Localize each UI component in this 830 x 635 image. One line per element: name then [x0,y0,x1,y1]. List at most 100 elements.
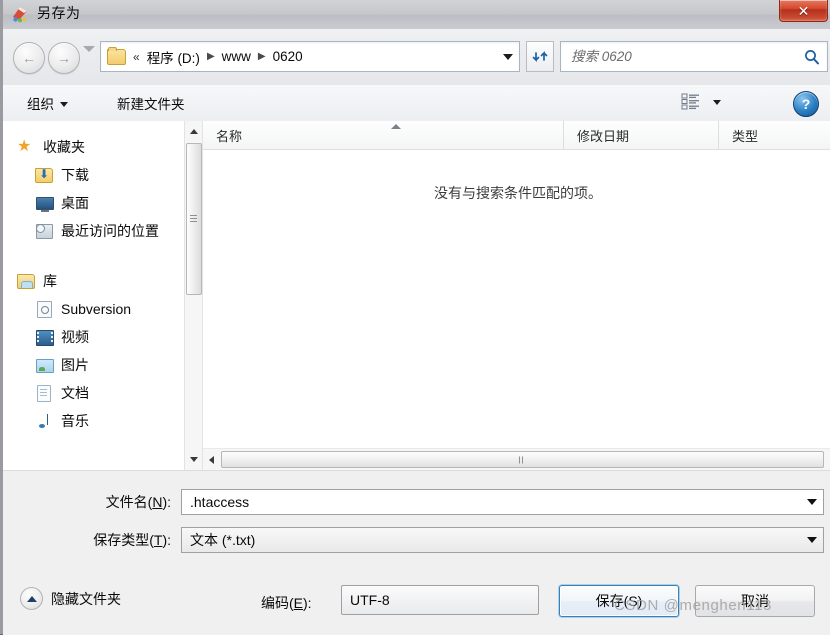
sidebar-item-documents[interactable]: 文档 [3,379,202,407]
documents-icon [35,384,53,402]
column-header-type[interactable]: 类型 [718,121,830,149]
recent-locations-button[interactable] [83,46,95,66]
filename-label-prefix: 文件名( [105,494,153,510]
encoding-combobox[interactable]: UTF-8 [341,585,539,615]
downloads-folder-icon [35,166,53,184]
video-icon [35,328,54,346]
column-label: 修改日期 [577,128,630,144]
title-bar: 另存为 ✕ [3,0,830,29]
breadcrumb-item-drive[interactable]: 程序 (D:) [145,47,202,67]
search-input[interactable] [571,49,803,64]
chevron-down-icon [807,499,817,505]
sidebar-label: Subversion [61,301,132,317]
sidebar-label: 文档 [61,385,89,401]
breadcrumb-item-www[interactable]: www [220,49,253,64]
search-icon [805,49,819,64]
sidebar-item-downloads[interactable]: 下载 [3,161,202,189]
filetype-label: 保存类型(T): [3,530,181,550]
navigation-pane: ★ 收藏夹 下载 桌面 最近访问的位置 [3,121,203,470]
chevron-down-icon[interactable] [713,99,721,105]
column-header-date-modified[interactable]: 修改日期 [563,121,718,149]
sidebar-item-recent-places[interactable]: 最近访问的位置 [3,217,202,245]
encoding-label-prefix: 编码( [261,595,294,611]
scroll-up-button[interactable] [185,123,202,140]
sidebar-label: 库 [43,273,57,289]
breadcrumb-separator-icon[interactable]: ▶ [202,51,220,62]
breadcrumb-separator-icon[interactable]: ▶ [253,51,271,62]
column-label: 名称 [216,128,243,144]
scroll-grip-icon [518,456,527,477]
sidebar-label: 桌面 [61,195,89,211]
sidebar-item-favorites[interactable]: ★ 收藏夹 [3,133,202,161]
scroll-down-button[interactable] [185,451,202,468]
back-arrow-icon: ← [22,49,36,66]
filetype-combobox[interactable]: 文本 (*.txt) [181,527,824,553]
forward-button[interactable]: → [48,42,80,74]
encoding-label-key: E [293,595,304,611]
filetype-dropdown-button[interactable] [801,528,823,552]
filetype-label-prefix: 保存类型( [93,532,154,548]
list-view-icon[interactable] [681,92,701,110]
content-area: ★ 收藏夹 下载 桌面 最近访问的位置 [3,121,830,477]
filename-label-suffix: ): [162,494,171,510]
chevron-down-icon [503,53,513,60]
help-icon: ? [801,96,811,112]
breadcrumb-overflow[interactable]: « [131,50,145,64]
navigation-bar: ← → « 程序 (D:) ▶ www ▶ 0620 [3,29,830,86]
encoding-label: 编码(E): [261,593,312,613]
star-icon: ★ [17,138,32,155]
hide-folders-button[interactable]: 隐藏文件夹 [20,587,121,610]
filetype-row: 保存类型(T): 文本 (*.txt) [3,527,824,553]
scroll-down-icon [189,457,198,462]
filename-combobox[interactable] [181,489,824,515]
sort-ascending-icon [391,124,401,129]
organize-label: 组织 [27,97,54,112]
organize-button[interactable]: 组织 [21,92,74,114]
column-header-row: 名称 修改日期 类型 [203,121,830,150]
filetype-label-suffix: ): [162,532,171,548]
form-area: 文件名(N): 保存类型(T): 文本 (*.txt) [3,470,830,635]
toolbar: 组织 新建文件夹 ? [3,85,830,122]
nav-group-favorites: ★ 收藏夹 下载 桌面 最近访问的位置 [3,133,202,245]
view-options[interactable] [681,92,721,110]
back-button[interactable]: ← [13,42,45,74]
new-folder-button[interactable]: 新建文件夹 [111,92,191,114]
address-dropdown-button[interactable] [497,42,519,71]
encoding-value: UTF-8 [350,592,390,608]
subversion-icon [35,300,53,318]
filename-dropdown-button[interactable] [801,490,823,514]
filename-input[interactable] [182,491,801,513]
sidebar-label: 音乐 [61,413,89,429]
recent-places-icon [35,222,53,240]
save-button[interactable]: 保存(S) [559,585,679,617]
sidebar-item-videos[interactable]: 视频 [3,323,202,351]
breadcrumb-item-0620[interactable]: 0620 [271,49,305,64]
folder-icon [107,47,126,65]
help-button[interactable]: ? [793,91,819,117]
sidebar-item-subversion[interactable]: Subversion [3,295,202,323]
scroll-left-button[interactable] [203,449,220,470]
sidebar-item-desktop[interactable]: 桌面 [3,189,202,217]
new-folder-label: 新建文件夹 [117,97,185,112]
cancel-label: 取消 [741,593,769,609]
filename-label: 文件名(N): [3,492,181,512]
filename-row: 文件名(N): [3,489,824,515]
cancel-button[interactable]: 取消 [695,585,815,617]
sidebar-item-music[interactable]: 音乐 [3,407,202,435]
horizontal-scroll-thumb[interactable] [221,451,824,477]
filelist-horizontal-scrollbar[interactable] [203,448,830,477]
column-header-name[interactable]: 名称 [203,121,563,149]
sidebar-scroll-thumb[interactable] [186,143,202,295]
window-title: 另存为 [37,5,81,21]
sidebar-item-libraries[interactable]: 库 [3,267,202,295]
filename-label-key: N [152,494,163,510]
close-button[interactable]: ✕ [779,0,828,22]
column-label: 类型 [732,128,759,144]
sidebar-scrollbar[interactable] [184,121,202,470]
encoding-label-suffix: ): [303,595,312,611]
sidebar-item-pictures[interactable]: 图片 [3,351,202,379]
search-box[interactable] [560,41,828,72]
file-list-pane: 名称 修改日期 类型 没有与搜索条件匹配的项。 [203,121,830,477]
address-bar[interactable]: « 程序 (D:) ▶ www ▶ 0620 [100,41,520,72]
refresh-button[interactable] [526,41,554,72]
